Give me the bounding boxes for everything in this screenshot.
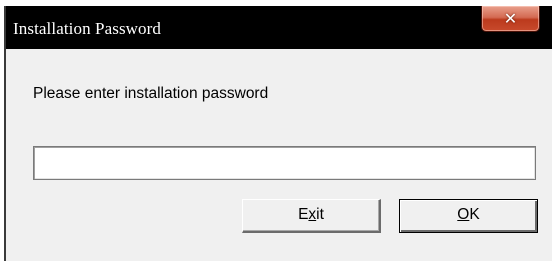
password-prompt-label: Please enter installation password <box>33 85 269 102</box>
exit-button-label: Exit <box>298 206 324 223</box>
window-title: Installation Password <box>13 19 162 38</box>
installation-password-dialog: Installation Password ✕ Please enter ins… <box>4 6 552 261</box>
dialog-body: Please enter installation password Exit … <box>6 49 552 261</box>
password-input[interactable] <box>33 146 536 180</box>
close-x-icon: ✕ <box>503 9 518 28</box>
close-button[interactable]: ✕ <box>481 6 540 32</box>
exit-button[interactable]: Exit <box>242 199 381 233</box>
ok-button[interactable]: OK <box>399 199 538 233</box>
title-bar[interactable]: Installation Password ✕ <box>6 6 552 49</box>
ok-button-label: OK <box>457 206 480 223</box>
